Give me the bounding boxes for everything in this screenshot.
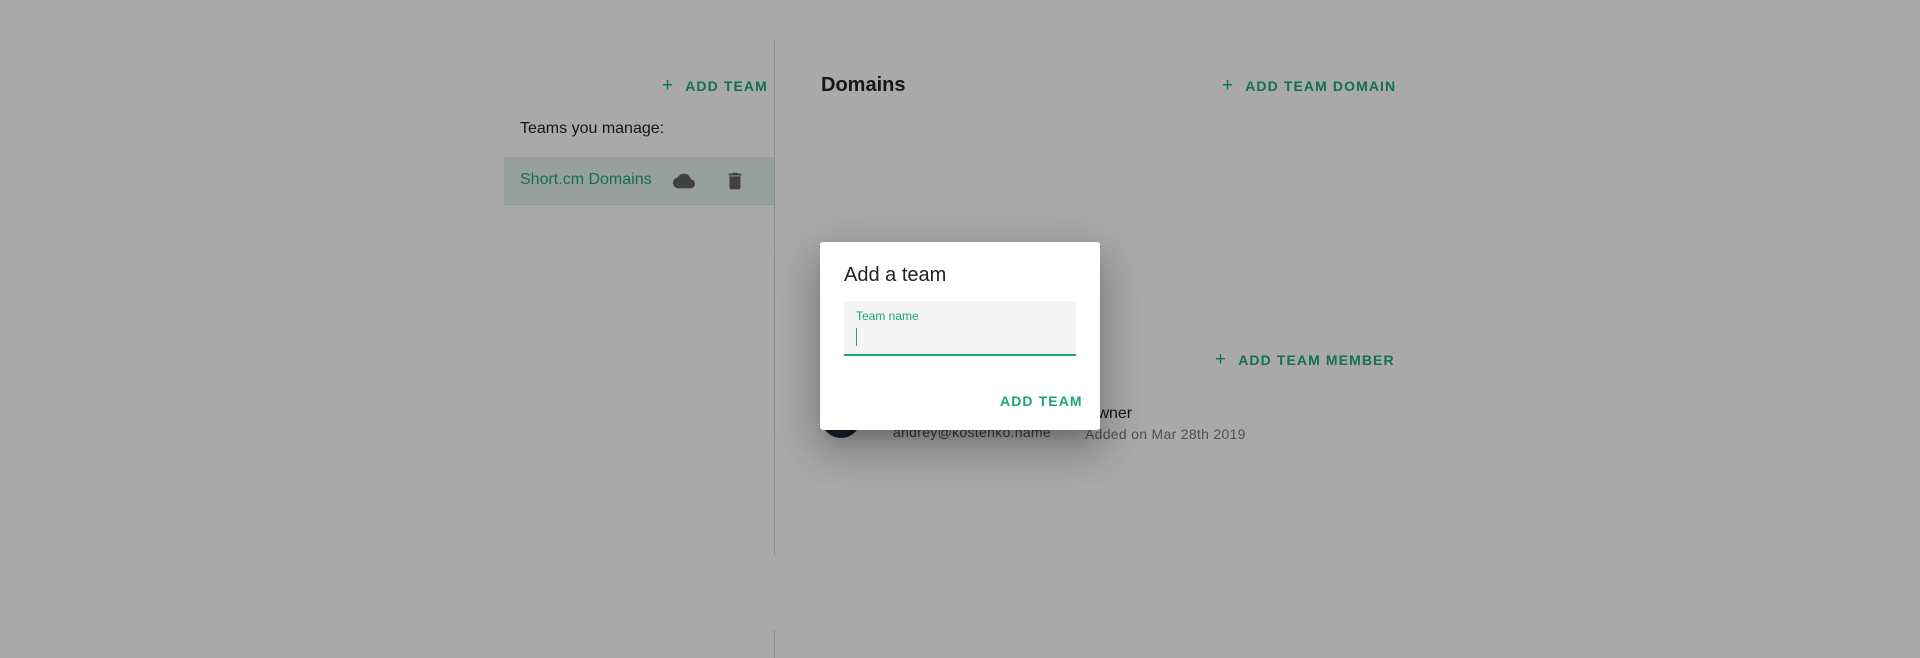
page: + ADD TEAM Teams you manage: Short.cm Do… (0, 0, 1920, 658)
dialog-add-team-button[interactable]: ADD TEAM (1000, 393, 1083, 409)
add-team-dialog: Add a team Team name ADD TEAM (820, 242, 1100, 430)
team-name-input[interactable] (856, 325, 1064, 347)
dialog-title: Add a team (844, 264, 947, 286)
team-name-label: Team name (856, 309, 919, 323)
team-name-field[interactable]: Team name (844, 301, 1076, 356)
text-caret (856, 328, 857, 346)
